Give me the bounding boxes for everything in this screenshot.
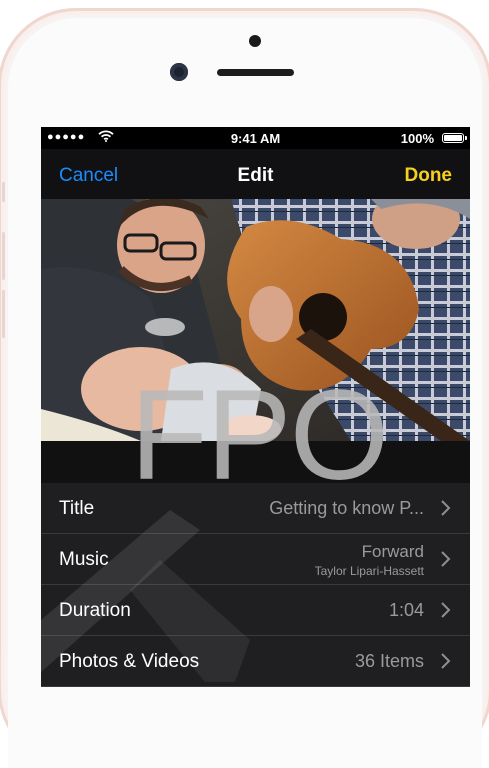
settings-list: Title Getting to know P... Music Forward… bbox=[41, 483, 470, 687]
photos-videos-label: Photos & Videos bbox=[59, 651, 200, 672]
volume-down-button bbox=[2, 290, 5, 338]
front-camera bbox=[170, 63, 188, 81]
duration-label: Duration bbox=[59, 600, 131, 621]
earpiece-speaker bbox=[217, 69, 294, 76]
proximity-sensor bbox=[249, 35, 261, 47]
battery-icon bbox=[442, 133, 467, 143]
chevron-right-icon bbox=[438, 498, 454, 518]
done-button[interactable]: Done bbox=[405, 165, 453, 187]
chevron-right-icon bbox=[438, 600, 454, 620]
music-label: Music bbox=[59, 549, 109, 570]
duration-row[interactable]: Duration 1:04 bbox=[41, 585, 470, 636]
side-button bbox=[2, 182, 5, 202]
music-track: Forward bbox=[361, 542, 424, 561]
chevron-right-icon bbox=[438, 549, 454, 569]
status-bar: ●●●●● 9:41 AM 100% bbox=[41, 127, 470, 149]
volume-up-button bbox=[2, 232, 5, 280]
chevron-right-icon bbox=[438, 651, 454, 671]
battery-percentage: 100% bbox=[400, 131, 434, 146]
photos-videos-row[interactable]: Photos & Videos 36 Items bbox=[41, 636, 470, 687]
photos-videos-value: 36 Items bbox=[354, 651, 424, 671]
navigation-bar: Cancel Edit Done bbox=[41, 149, 470, 199]
music-artist: Taylor Lipari-Hassett bbox=[314, 564, 424, 578]
music-row[interactable]: Music Forward Taylor Lipari-Hassett bbox=[41, 534, 470, 585]
fpo-placeholder-overlay: FPO bbox=[130, 364, 389, 507]
duration-value: 1:04 bbox=[388, 600, 424, 620]
title-label: Title bbox=[59, 498, 95, 519]
